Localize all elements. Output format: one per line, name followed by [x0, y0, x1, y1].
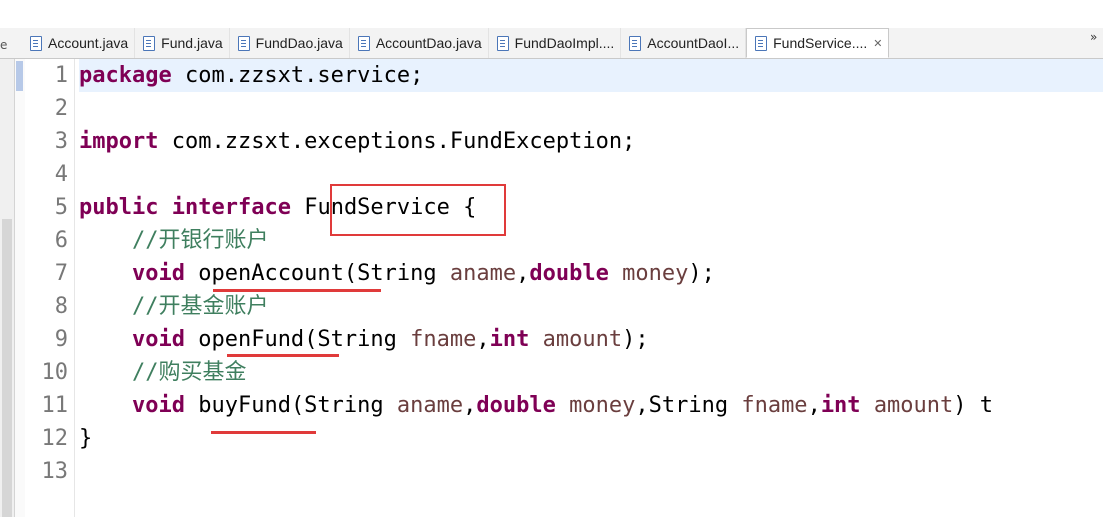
parameter: fname	[741, 393, 808, 418]
keyword: int	[820, 393, 861, 418]
tab-accountdao-java[interactable]: AccountDao.java	[350, 28, 489, 58]
java-file-icon	[629, 35, 642, 51]
tab-fundservice-active[interactable]: FundService.... ✕	[746, 28, 890, 58]
parameter: amount	[873, 393, 954, 418]
code-line-1: package com.zzsxt.service;	[79, 59, 423, 92]
line-number: 6	[54, 228, 68, 253]
underline-openfund	[227, 354, 339, 357]
code-text: ,	[516, 261, 530, 286]
line-number: 4	[54, 162, 68, 187]
code-text: (String	[304, 327, 411, 352]
method-name: openFund	[198, 327, 305, 352]
keyword: int	[489, 327, 530, 352]
keyword: void	[131, 261, 185, 286]
code-text: (String	[290, 393, 397, 418]
line-number: 12	[41, 426, 69, 451]
line-number: 8	[54, 294, 68, 319]
line-number: 1	[54, 63, 68, 88]
keyword: void	[131, 327, 185, 352]
parameter: money	[622, 261, 689, 286]
tab-overflow-icon[interactable]: »	[1090, 30, 1097, 44]
line-number: 13	[41, 459, 69, 484]
keyword: interface	[171, 195, 291, 220]
package-name: com.zzsxt.service;	[171, 63, 424, 88]
highlight-box-fundservice	[330, 184, 506, 236]
line-number: 5	[54, 195, 68, 220]
line-number-gutter: 1 2 3 4 5 6 7 8 9 10 11 12 13	[26, 59, 75, 517]
line-number: 2	[54, 96, 68, 121]
code-line-7: void openAccount(String aname,double mon…	[79, 257, 715, 290]
tab-account-java[interactable]: Account.java	[22, 28, 136, 58]
code-text: (String	[343, 261, 450, 286]
java-file-icon	[237, 35, 250, 51]
method-name: buyFund	[198, 393, 291, 418]
left-scrollbar[interactable]	[0, 59, 15, 517]
java-file-icon	[496, 35, 509, 51]
import-path: com.zzsxt.exceptions.FundException;	[158, 129, 636, 154]
keyword: import	[79, 129, 159, 154]
current-line-marker	[16, 61, 23, 91]
code-line-11: void buyFund(String aname,double money,S…	[79, 389, 993, 422]
code-editor[interactable]: 1 2 3 4 5 6 7 8 9 10 11 12 13 package co…	[0, 59, 1103, 517]
parameter: amount	[542, 327, 623, 352]
tab-funddaoimpl[interactable]: FundDaoImpl....	[489, 28, 622, 58]
line-number: 9	[54, 327, 68, 352]
keyword: package	[79, 63, 172, 88]
parameter: fname	[410, 327, 477, 352]
parameter: money	[569, 393, 636, 418]
underline-buyfund	[211, 431, 316, 434]
code-line-8: //开基金账户	[79, 290, 269, 323]
java-file-icon	[357, 35, 370, 51]
code-line-3: import com.zzsxt.exceptions.FundExceptio…	[79, 125, 635, 158]
tab-label: FundDao.java	[255, 35, 343, 51]
code-text: ,	[476, 327, 490, 352]
code-line-10: //购买基金	[79, 356, 247, 389]
code-line-12: }	[79, 422, 92, 455]
tab-accountdaoimpl[interactable]: AccountDaoI...	[621, 28, 747, 58]
tab-funddao-java[interactable]: FundDao.java	[230, 28, 350, 58]
code-text: ,String	[635, 393, 742, 418]
tab-fund-java[interactable]: Fund.java	[135, 28, 230, 58]
parameter: aname	[449, 261, 517, 286]
eclipse-editor-window: e Account.java Fund.java FundDao.java Ac…	[0, 0, 1103, 517]
keyword: void	[131, 393, 185, 418]
code-text: );	[622, 327, 649, 352]
code-text: );	[688, 261, 715, 286]
tab-label: FundDaoImpl....	[514, 35, 615, 51]
code-comment: //购买基金	[131, 360, 247, 385]
keyword: double	[529, 261, 609, 286]
code-text-area[interactable]: package com.zzsxt.service; import com.zz…	[79, 59, 1103, 517]
tab-label: Account.java	[48, 35, 129, 51]
left-panel-stub: e	[0, 38, 8, 52]
java-file-icon	[755, 35, 768, 51]
scrollbar-thumb[interactable]	[2, 219, 12, 517]
code-line-9: void openFund(String fname,int amount);	[79, 323, 649, 356]
tab-label: Fund.java	[161, 35, 223, 51]
code-comment: //开基金账户	[131, 294, 269, 319]
close-icon[interactable]: ✕	[873, 37, 882, 50]
code-comment: //开银行账户	[131, 228, 269, 253]
parameter: aname	[396, 393, 464, 418]
java-file-icon	[30, 35, 42, 51]
code-text: ) t	[953, 393, 994, 418]
tab-label: FundService....	[773, 35, 868, 51]
line-number: 11	[41, 393, 69, 418]
line-number: 7	[54, 261, 68, 286]
code-text: ,	[807, 393, 821, 418]
annotation-ruler	[15, 59, 25, 517]
editor-tabs: Account.java Fund.java FundDao.java Acco…	[22, 28, 890, 58]
keyword: double	[476, 393, 556, 418]
code-text: ,	[463, 393, 477, 418]
java-file-icon	[143, 35, 156, 51]
code-line-6: //开银行账户	[79, 224, 269, 257]
line-number: 3	[54, 129, 68, 154]
method-name: openAccount	[198, 261, 344, 286]
editor-tab-bar: e Account.java Fund.java FundDao.java Ac…	[0, 28, 1103, 59]
brace: }	[79, 426, 93, 451]
tab-label: AccountDaoI...	[647, 35, 740, 51]
keyword: public	[79, 195, 159, 220]
tab-label: AccountDao.java	[375, 35, 482, 51]
line-number: 10	[41, 360, 69, 385]
underline-openaccount	[213, 289, 381, 292]
